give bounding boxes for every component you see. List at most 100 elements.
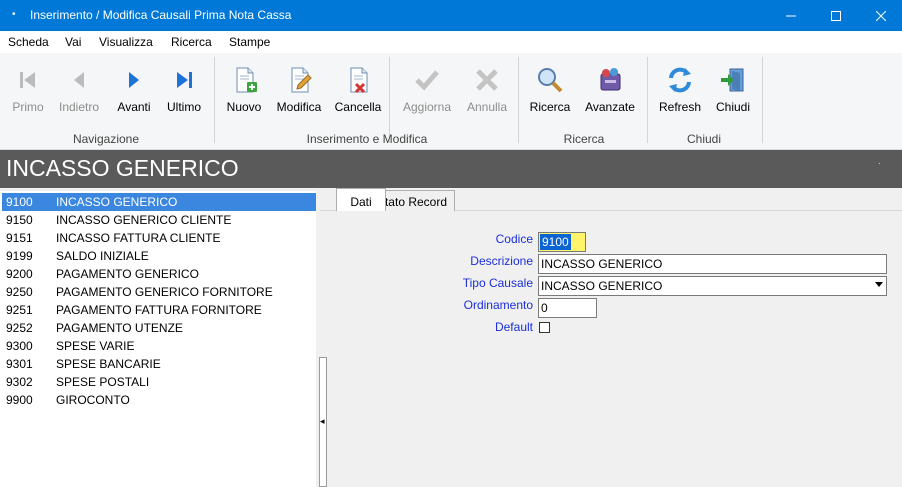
tab-dati[interactable]: Dati [336,188,386,211]
tipo-causale-label: Tipo Causale [462,276,533,290]
annulla-label: Annulla [466,100,508,114]
menu-scheda[interactable]: Scheda [8,35,49,49]
list-item[interactable]: 9251 PAGAMENTO FATTURA FORNITORE [2,301,316,319]
group-label-ricerca: Ricerca [563,132,605,146]
codice-value: 9100 [540,234,571,250]
item-code: 9151 [6,231,33,245]
list-item[interactable]: 9900 GIROCONTO [2,391,316,409]
list-item[interactable]: 9301 SPESE BANCARIE [2,355,316,373]
causali-list: 9100 INCASSO GENERICO 9150 INCASSO GENERIC… [0,191,316,487]
collapse-left-icon: ◂ [320,416,325,426]
list-item[interactable]: 9100 INCASSO GENERICO [2,193,316,211]
menu-ricerca[interactable]: Ricerca [171,35,212,49]
item-desc: SPESE POSTALI [56,375,150,389]
cancella-button[interactable]: Cancella [330,61,386,121]
avanzate-button[interactable]: Avanzate [582,61,638,121]
default-checkbox[interactable] [539,322,550,333]
menu-vai[interactable]: Vai [65,35,81,49]
list-item[interactable]: 9300 SPESE VARIE [2,337,316,355]
item-desc: INCASSO GENERICO CLIENTE [56,213,232,227]
item-code: 9300 [6,339,33,353]
group-label-inserimento: Inserimento e Modifica [306,132,428,146]
descrizione-input[interactable]: INCASSO GENERICO [538,254,887,274]
ordinamento-label: Ordinamento [463,298,533,312]
tipo-causale-select[interactable]: INCASSO GENERICO [538,276,887,296]
aggiorna-button[interactable]: Aggiorna [399,61,455,121]
menu-stampe[interactable]: Stampe [229,35,270,49]
codice-label: Codice [495,232,533,246]
modifica-button[interactable]: Modifica [271,61,327,121]
group-label-navigazione: Navigazione [72,132,140,146]
avanzate-label: Avanzate [585,100,635,114]
window-title: Inserimento / Modifica Causali Prima Not… [30,8,292,22]
pane-splitter[interactable]: ◂ [319,357,327,487]
menu-bar: Scheda Vai Visualizza Ricerca Stampe [0,31,902,53]
item-desc: SPESE BANCARIE [56,357,161,371]
codice-input[interactable]: 9100 [538,232,586,252]
close-icon [876,10,886,21]
minimize-button[interactable] [768,0,814,31]
list-item[interactable]: 9302 SPESE POSTALI [2,373,316,391]
advanced-search-icon [600,68,621,91]
cancella-label: Cancella [334,100,382,114]
item-code: 9250 [6,285,33,299]
list-item[interactable]: 9150 INCASSO GENERICO CLIENTE [2,211,316,229]
detail-tabs: Stato Record Dati [320,188,902,211]
item-code: 9252 [6,321,33,335]
header-marker: . [878,156,881,167]
item-code: 9150 [6,213,33,227]
item-code: 9100 [6,195,33,209]
close-button[interactable] [858,0,902,31]
title-bar: • Inserimento / Modifica Causali Prima N… [0,0,902,31]
record-title: INCASSO GENERICO [6,155,239,181]
edit-document-icon [291,67,312,93]
list-item[interactable]: 9199 SALDO INIZIALE [2,247,316,265]
list-item[interactable]: 9252 PAGAMENTO UTENZE [2,319,316,337]
ultimo-button[interactable]: Ultimo [156,61,212,121]
chiudi-button[interactable]: Chiudi [705,61,761,121]
item-code: 9302 [6,375,33,389]
maximize-button[interactable] [813,0,859,31]
item-desc: SPESE VARIE [56,339,135,353]
menu-visualizza[interactable]: Visualizza [99,35,153,49]
chiudi-label: Chiudi [715,100,751,114]
indietro-button[interactable]: Indietro [51,61,107,121]
refresh-icon [669,67,691,93]
list-item[interactable]: 9250 PAGAMENTO GENERICO FORNITORE [2,283,316,301]
toolbar-ribbon: Primo Indietro Avanti Ultimo Navigazione… [0,53,902,150]
item-desc: INCASSO GENERICO [56,195,178,209]
descrizione-label: Descrizione [470,254,533,268]
default-label: Default [494,320,533,334]
ricerca-label: Ricerca [529,100,571,114]
previous-record-icon [74,72,84,88]
group-separator [389,57,390,143]
cancel-x-icon [476,69,498,91]
group-separator [762,57,763,143]
item-desc: PAGAMENTO FATTURA FORNITORE [56,303,262,317]
chevron-down-icon [875,282,883,287]
item-code: 9200 [6,267,33,281]
item-desc: INCASSO FATTURA CLIENTE [56,231,221,245]
delete-document-icon [350,67,368,94]
tipo-causale-value: INCASSO GENERICO [541,279,663,293]
item-code: 9251 [6,303,33,317]
ricerca-button[interactable]: Ricerca [522,61,578,121]
item-desc: PAGAMENTO GENERICO FORNITORE [56,285,273,299]
item-code: 9900 [6,393,33,407]
item-desc: PAGAMENTO GENERICO [56,267,199,281]
item-desc: PAGAMENTO UTENZE [56,321,183,335]
nuovo-button[interactable]: Nuovo [216,61,272,121]
next-record-icon [129,72,139,88]
checkmark-icon [415,70,439,91]
modifica-label: Modifica [276,100,322,114]
ordinamento-input[interactable]: 0 [538,298,597,318]
annulla-button[interactable]: Annulla [459,61,515,121]
group-label-chiudi: Chiudi [686,132,722,146]
list-item[interactable]: 9200 PAGAMENTO GENERICO [2,265,316,283]
new-document-icon [236,67,257,93]
ultimo-label: Ultimo [166,100,201,114]
minimize-icon [786,15,796,16]
list-item[interactable]: 9151 INCASSO FATTURA CLIENTE [2,229,316,247]
item-desc: GIROCONTO [56,393,130,407]
app-icon: • [12,9,16,20]
